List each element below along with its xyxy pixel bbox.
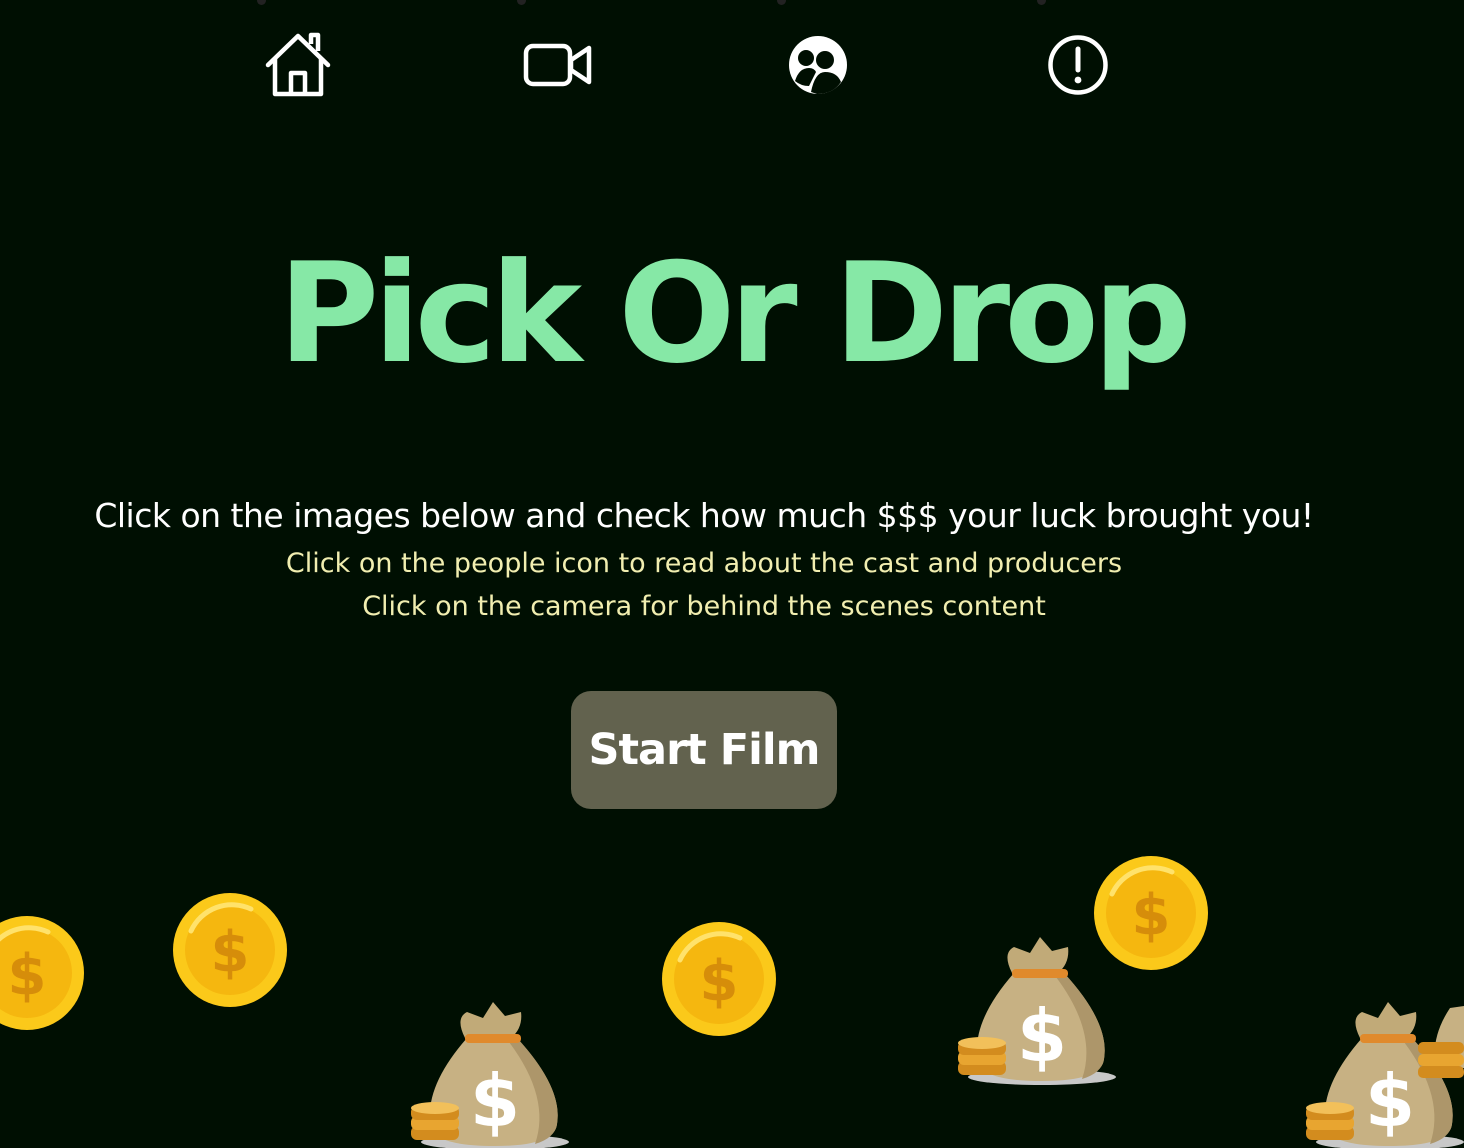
- gold-coin-icon[interactable]: $: [660, 920, 778, 1038]
- home-icon: [265, 32, 331, 97]
- gold-coin-icon[interactable]: $: [0, 914, 86, 1032]
- bag-symbol: $: [470, 1059, 520, 1143]
- video-camera-icon: [523, 43, 592, 87]
- nav-dot: [257, 0, 266, 5]
- nav-people[interactable]: [782, 30, 854, 100]
- coin-symbol: $: [211, 920, 250, 985]
- bag-symbol: $: [1017, 994, 1067, 1078]
- coin-symbol: $: [700, 949, 739, 1014]
- money-bag-icon[interactable]: $: [1300, 998, 1464, 1148]
- nav-info[interactable]: [1042, 30, 1114, 100]
- money-bag-icon[interactable]: $: [952, 933, 1122, 1093]
- money-bag-icon[interactable]: $: [405, 998, 575, 1148]
- intro-text: Click on the images below and check how …: [94, 496, 1314, 535]
- nav-video[interactable]: [522, 30, 594, 100]
- camera-hint-text: Click on the camera for behind the scene…: [362, 591, 1046, 622]
- nav-dot: [1037, 0, 1046, 5]
- gold-coin-icon[interactable]: $: [171, 891, 289, 1009]
- start-film-button[interactable]: Start Film: [571, 691, 837, 809]
- bag-symbol: $: [1365, 1059, 1415, 1143]
- page: Pick Or Drop Click on the images below a…: [0, 0, 1464, 1148]
- nav-home[interactable]: [262, 30, 334, 100]
- people-hint-text: Click on the people icon to read about t…: [285, 548, 1123, 579]
- nav-dot: [777, 0, 786, 5]
- coin-symbol: $: [1132, 883, 1171, 948]
- page-title: Pick Or Drop: [278, 233, 1192, 394]
- nav-dot: [517, 0, 526, 5]
- coin-symbol: $: [8, 943, 47, 1008]
- info-alert-icon: [1048, 35, 1108, 95]
- people-icon: [789, 36, 847, 94]
